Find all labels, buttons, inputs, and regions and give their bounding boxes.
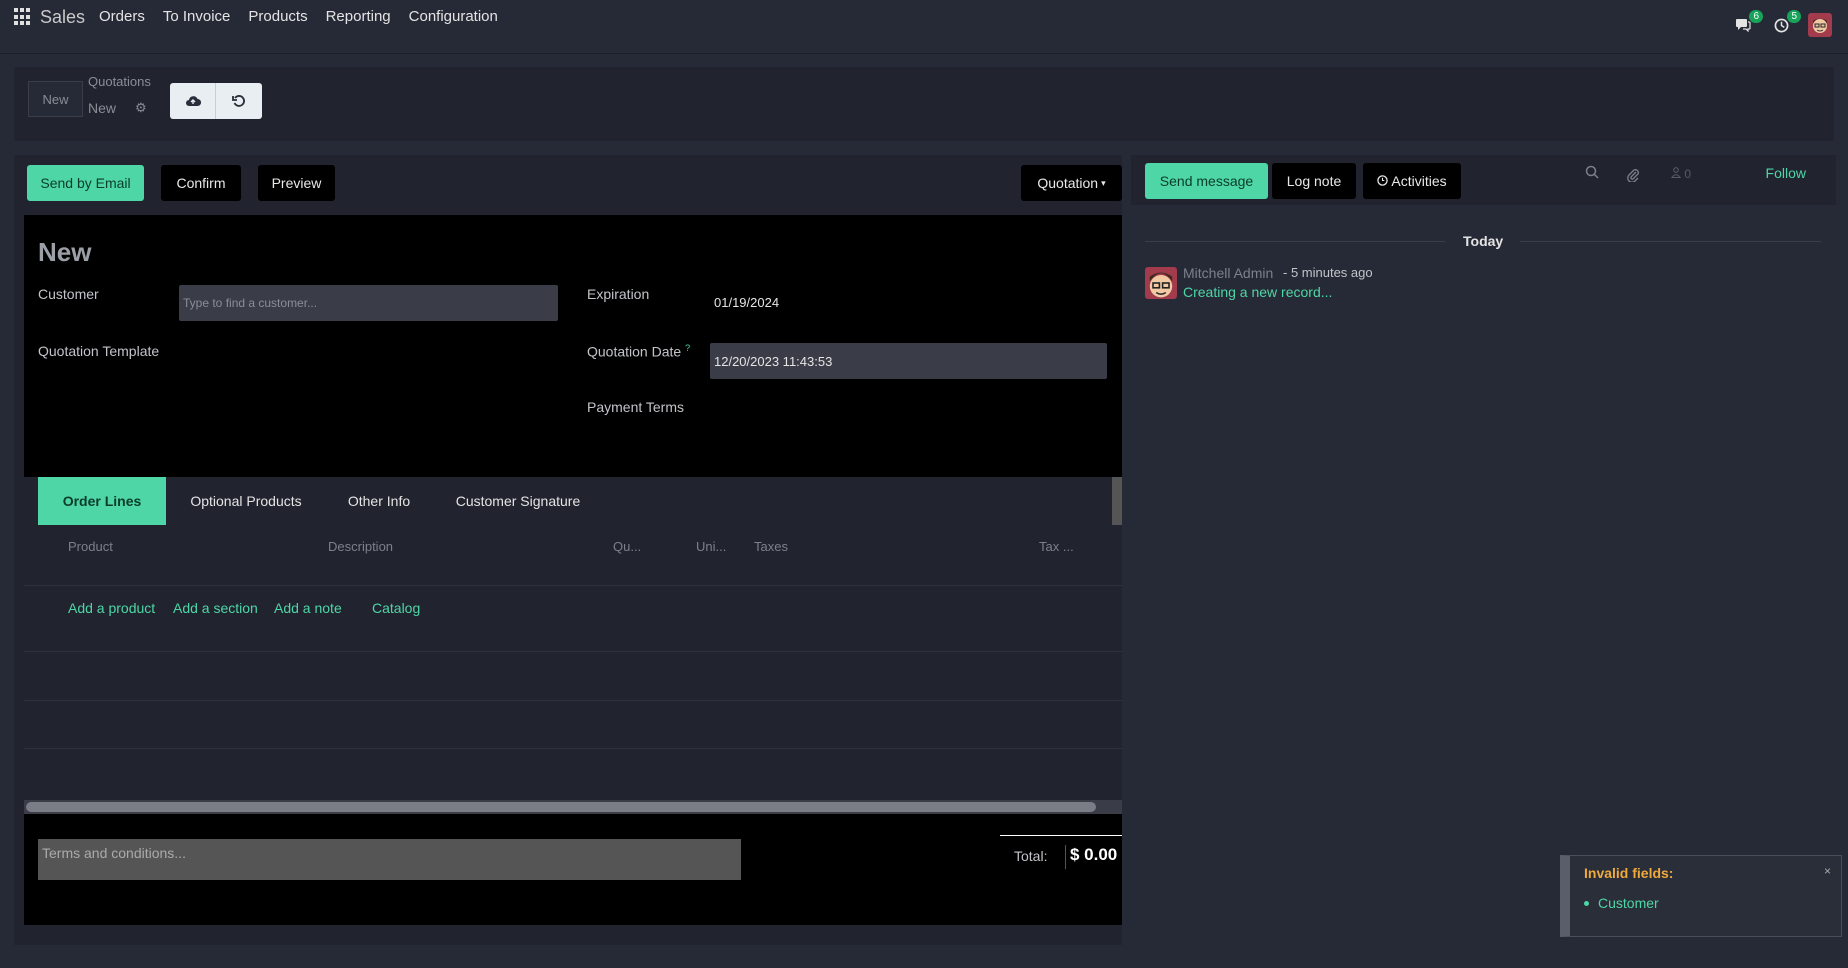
discard-button[interactable] [216,83,262,119]
preview-button[interactable]: Preview [258,165,335,201]
quotation-template-label: Quotation Template [38,343,160,359]
today-divider-right [1520,241,1821,242]
control-panel: New Quotations New ⚙ [14,67,1834,141]
form-sheet: New Customer Type to find a customer... … [24,215,1122,925]
main-menu: Orders To Invoice Products Reporting Con… [99,8,498,25]
invalid-fields-notification: Invalid fields: × Customer [1560,855,1842,937]
messages-icon[interactable]: 6 [1732,10,1763,36]
record-title: New [38,237,92,267]
systray: 6 5 [1732,10,1832,37]
gear-icon[interactable]: ⚙ [135,100,147,116]
quotation-date-label: Quotation Date ? [587,343,691,360]
activities-button[interactable]: Activities [1363,163,1461,199]
menu-orders[interactable]: Orders [99,8,145,25]
order-lines-table: Product Description Qu... Uni... Taxes T… [24,525,1122,805]
caret-down-icon: ▾ [1101,177,1106,188]
tab-order-lines[interactable]: Order Lines [38,477,166,525]
payment-terms-label: Payment Terms [587,399,684,415]
column-quantity[interactable]: Qu... [613,539,641,554]
app-brand[interactable]: Sales [40,7,85,28]
invalid-field-item: Customer [1598,895,1659,911]
row-divider [24,748,1122,749]
column-unit[interactable]: Uni... [696,539,726,554]
today-divider-left [1145,241,1445,242]
scrollbar-thumb[interactable] [26,802,1096,812]
add-note-link[interactable]: Add a note [274,600,342,616]
column-taxes[interactable]: Taxes [754,539,788,554]
activities-label: Activities [1391,173,1447,189]
total-label: Total: [1014,848,1048,864]
tab-other-info[interactable]: Other Info [324,477,434,525]
row-divider [24,651,1122,652]
undo-icon [232,95,245,107]
log-note-button[interactable]: Log note [1272,163,1356,199]
menu-to-invoice[interactable]: To Invoice [163,8,231,25]
total-separator [1065,845,1066,869]
customer-label: Customer [38,286,99,302]
message-body: Creating a new record... [1183,284,1333,300]
help-tooltip-icon[interactable]: ? [685,343,690,353]
form-view: Send by Email Confirm Preview Quotation … [14,155,1122,945]
paperclip-icon[interactable] [1626,168,1640,186]
message-author[interactable]: Mitchell Admin [1183,265,1273,281]
bullet-icon [1584,901,1589,906]
statusbar: Send by Email Confirm Preview Quotation … [14,155,1122,211]
breadcrumb-current: New [88,100,117,116]
close-icon[interactable]: × [1824,864,1831,878]
status-label: Quotation [1037,175,1099,191]
message-author-avatar[interactable] [1145,267,1177,299]
chatter-topbar: Send message Log note Activities 0 Follo… [1131,155,1836,205]
form-save-actions [170,83,262,119]
top-navbar: Sales Orders To Invoice Products Reporti… [0,0,1848,54]
user-avatar[interactable] [1808,13,1832,37]
new-button[interactable]: New [28,81,83,117]
menu-configuration[interactable]: Configuration [409,8,498,25]
column-description[interactable]: Description [328,539,393,554]
row-divider [24,585,1122,586]
row-divider [24,700,1122,701]
add-product-link[interactable]: Add a product [68,600,155,616]
table-horizontal-scrollbar[interactable] [24,800,1122,814]
message-time: - 5 minutes ago [1283,265,1373,280]
menu-reporting[interactable]: Reporting [326,8,391,25]
send-by-email-button[interactable]: Send by Email [27,165,144,201]
customer-input[interactable]: Type to find a customer... [179,285,558,321]
confirm-button[interactable]: Confirm [161,165,241,201]
notebook-tabs: Order Lines Optional Products Other Info… [24,477,1122,525]
app-menu-icon[interactable] [14,8,32,26]
expiration-label: Expiration [587,286,650,302]
messages-badge: 6 [1749,10,1763,23]
follow-button[interactable]: Follow [1766,165,1806,181]
followers-button[interactable]: 0 [1670,167,1692,181]
status-dropdown[interactable]: Quotation ▾ [1021,165,1122,201]
tab-customer-signature[interactable]: Customer Signature [438,477,598,525]
user-icon [1670,167,1684,181]
search-icon[interactable] [1585,165,1599,183]
notification-title: Invalid fields: [1584,865,1674,881]
column-tax-excluded[interactable]: Tax ... [1039,539,1074,554]
quotation-date-input[interactable]: 12/20/2023 11:43:53 [710,343,1107,379]
send-message-button[interactable]: Send message [1145,163,1268,199]
followers-count: 0 [1684,167,1692,181]
add-section-link[interactable]: Add a section [173,600,258,616]
save-cloud-button[interactable] [170,83,216,119]
menu-products[interactable]: Products [248,8,307,25]
cloud-upload-icon [185,96,201,107]
catalog-link[interactable]: Catalog [372,600,420,616]
today-separator: Today [1463,233,1504,249]
activities-clock-icon[interactable]: 5 [1770,10,1801,36]
breadcrumb-parent[interactable]: Quotations [88,74,151,89]
terms-and-conditions-input[interactable]: Terms and conditions... [38,839,741,880]
total-amount: $ 0.00 [1070,845,1118,864]
clock-icon [1377,173,1389,189]
tab-optional-products[interactable]: Optional Products [172,477,320,525]
total-divider [1000,835,1122,836]
tabs-scrollbar[interactable] [1112,477,1122,525]
expiration-field[interactable]: 01/19/2024 [714,295,779,310]
column-product[interactable]: Product [68,539,113,554]
activities-badge: 5 [1787,10,1801,23]
